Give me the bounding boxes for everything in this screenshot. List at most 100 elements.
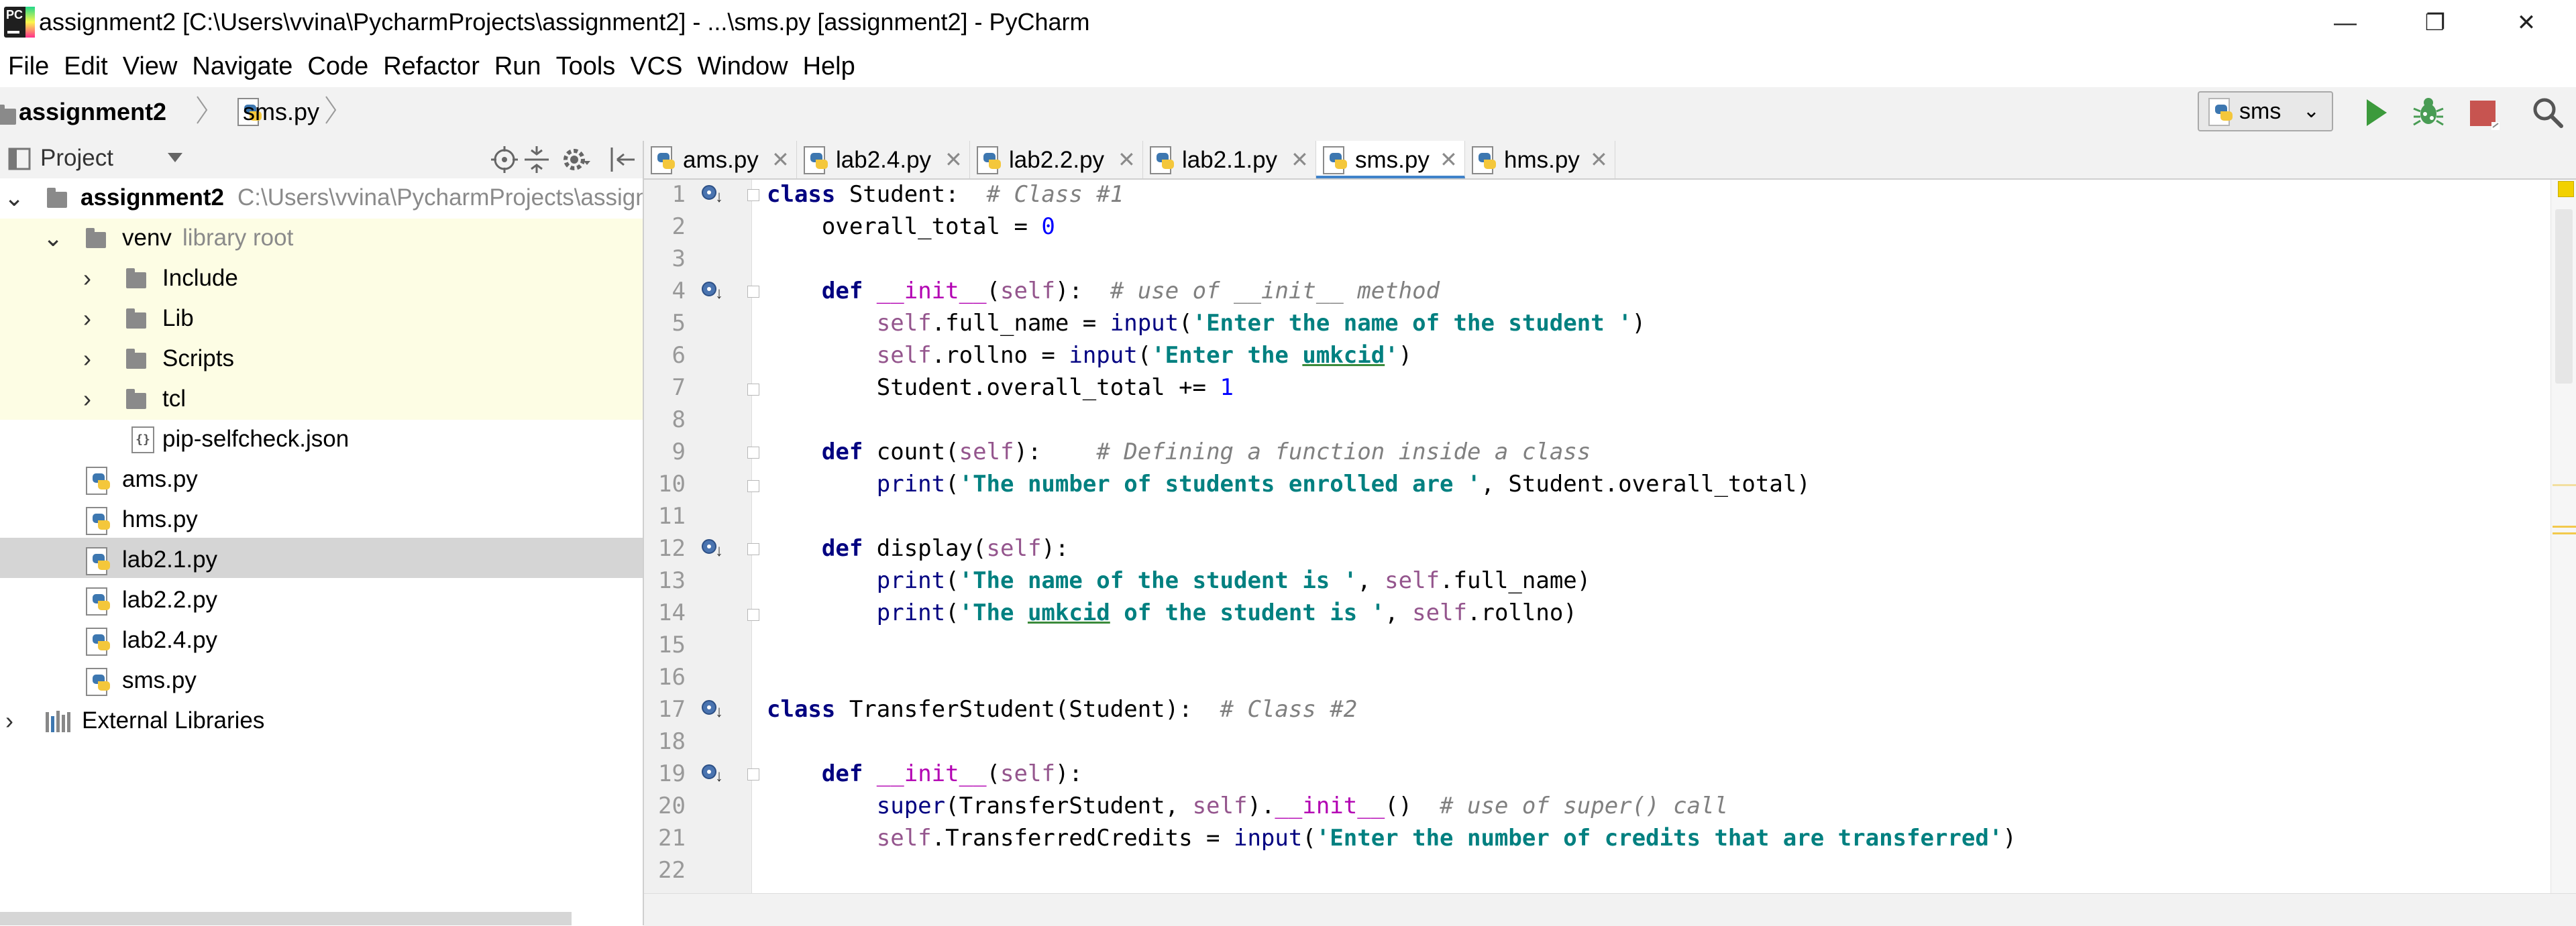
project-panel-title[interactable]: Project [40,145,113,172]
chevron-down-icon[interactable] [166,150,184,165]
tree-item-lib[interactable]: › Lib [0,299,643,339]
tree-item-venv[interactable]: ⌄ venv library root [0,219,643,259]
chevron-right-icon[interactable]: › [83,345,91,373]
editor-scroll-thumb[interactable] [2555,209,2573,384]
code-line-7[interactable]: Student.overall_total += 1 [767,374,1234,401]
code-line-12[interactable]: def display(self): [767,535,1069,562]
run-configuration-select[interactable]: sms ⌄ [2198,91,2333,131]
breadcrumb-file[interactable]: sms.py [243,98,319,126]
fold-toggle-icon[interactable] [747,189,759,201]
tab-sms[interactable]: sms.py ✕ [1316,141,1465,178]
overridden-method-icon[interactable]: ↓ [702,764,723,785]
tab-hms[interactable]: hms.py ✕ [1465,141,1615,178]
stripe-marker[interactable] [2553,484,2576,486]
tree-item-label: Include [162,265,238,291]
tree-item-ams[interactable]: ams.py [0,460,643,500]
close-tab-icon[interactable]: ✕ [945,147,963,172]
tree-item-label: sms.py [122,667,197,693]
tree-item-pip-selfcheck[interactable]: {} pip-selfcheck.json [0,420,643,460]
code-line-13[interactable]: print('The name of the student is ', sel… [767,567,1591,594]
menu-code[interactable]: Code [299,52,375,81]
close-tab-icon[interactable]: ✕ [1590,147,1608,172]
debug-icon[interactable] [2410,94,2447,131]
close-tab-icon[interactable]: ✕ [1440,147,1458,172]
overridden-method-icon[interactable]: ↓ [702,185,723,205]
close-window-button[interactable]: ✕ [2489,0,2564,46]
fold-toggle-icon[interactable] [747,480,759,492]
tree-item-lab2-1[interactable]: lab2.1.py [0,540,643,581]
tree-item-lab2-2[interactable]: lab2.2.py [0,581,643,621]
code-line-1[interactable]: class Student: # Class #1 [767,181,1124,208]
fold-toggle-icon[interactable] [747,286,759,298]
code-line-14[interactable]: print('The umkcid of the student is ', s… [767,599,1577,626]
minimize-button[interactable]: — [2308,0,2383,46]
tree-item-lab2-4[interactable]: lab2.4.py [0,621,643,661]
close-tab-icon[interactable]: ✕ [1118,147,1136,172]
chevron-down-icon[interactable]: ⌄ [43,224,63,252]
code-line-21[interactable]: self.TransferredCredits = input('Enter t… [767,825,2017,852]
chevron-right-icon[interactable]: › [83,385,91,413]
overriding-method-icon[interactable]: ↓ [702,282,723,302]
menu-navigate[interactable]: Navigate [184,52,299,81]
menu-edit[interactable]: Edit [56,52,114,81]
error-stripe[interactable] [2551,180,2576,893]
fold-toggle-icon[interactable] [747,384,759,396]
settings-gear-icon[interactable] [561,145,590,174]
close-tab-icon[interactable]: ✕ [1291,147,1309,172]
tree-item-tcl[interactable]: › tcl [0,380,643,420]
stripe-marker[interactable] [2553,532,2576,534]
tab-lab2-1[interactable]: lab2.1.py ✕ [1143,141,1316,178]
code-line-5[interactable]: self.full_name = input('Enter the name o… [767,310,1646,337]
search-icon[interactable] [2530,95,2565,130]
close-tab-icon[interactable]: ✕ [771,147,790,172]
menu-run[interactable]: Run [486,52,548,81]
code-line-9[interactable]: def count(self): # Defining a function i… [767,439,1591,465]
fold-toggle-icon[interactable] [747,768,759,780]
hide-panel-icon[interactable] [608,145,637,174]
tree-item-hms[interactable]: hms.py [0,500,643,540]
line-number: 20 [658,793,686,819]
code-line-10[interactable]: print('The number of students enrolled a… [767,471,1811,498]
tree-item-label: External Libraries [82,707,265,734]
overriding-method-icon[interactable]: ↓ [702,539,723,559]
menu-help[interactable]: Help [795,52,862,81]
tree-item-external-libraries[interactable]: › External Libraries [0,701,643,742]
breadcrumb-project[interactable]: assignment2 [19,98,166,126]
code-line-2[interactable]: overall_total = 0 [767,213,1055,240]
tab-ams[interactable]: ams.py ✕ [644,141,797,178]
stop-icon[interactable] [2466,97,2501,131]
tab-label: hms.py [1504,147,1580,173]
tab-lab2-4[interactable]: lab2.4.py ✕ [797,141,970,178]
chevron-right-icon[interactable]: › [83,264,91,292]
fold-toggle-icon[interactable] [747,609,759,621]
menu-file[interactable]: File [0,52,56,81]
tab-lab2-2[interactable]: lab2.2.py ✕ [970,141,1143,178]
chevron-right-icon[interactable]: › [83,304,91,333]
run-icon[interactable] [2361,97,2391,129]
code-line-17[interactable]: class TransferStudent(Student): # Class … [767,696,1357,723]
stripe-marker[interactable] [2553,526,2576,528]
overridden-method-icon[interactable]: ↓ [702,700,723,720]
fold-toggle-icon[interactable] [747,447,759,459]
menu-window[interactable]: Window [689,52,794,81]
menu-view[interactable]: View [115,52,184,81]
restore-button[interactable]: ❐ [2398,0,2473,46]
menu-tools[interactable]: Tools [548,52,623,81]
inspection-status-icon[interactable] [2558,181,2574,197]
menu-refactor[interactable]: Refactor [375,52,486,81]
fold-toggle-icon[interactable] [747,543,759,555]
chevron-right-icon[interactable]: › [5,707,13,735]
project-horizontal-scrollbar[interactable] [0,912,572,925]
tree-item-include[interactable]: › Include [0,259,643,299]
chevron-down-icon[interactable]: ⌄ [4,184,24,212]
tree-item-sms[interactable]: sms.py [0,661,643,701]
locate-file-icon[interactable] [490,145,519,174]
collapse-all-icon[interactable] [522,145,551,174]
code-line-4[interactable]: def __init__(self): # use of __init__ me… [767,278,1440,304]
menu-vcs[interactable]: VCS [622,52,689,81]
tree-item-scripts[interactable]: › Scripts [0,339,643,380]
code-line-20[interactable]: super(TransferStudent, self).__init__() … [767,793,1728,819]
code-line-6[interactable]: self.rollno = input('Enter the umkcid') [767,342,1412,369]
tree-item-assignment2[interactable]: ⌄ assignment2 C:\Users\vvina\PycharmProj… [0,178,649,219]
code-line-19[interactable]: def __init__(self): [767,760,1083,787]
